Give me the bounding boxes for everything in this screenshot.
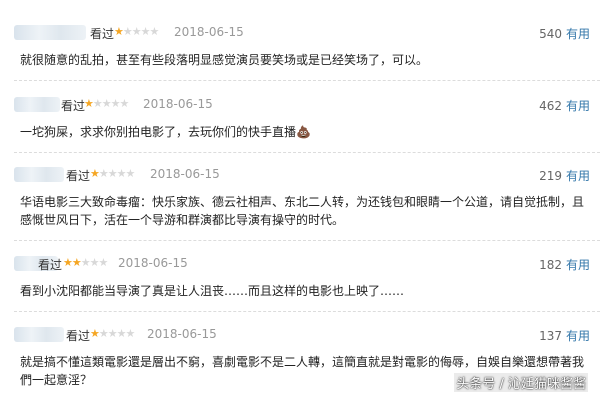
- useful-vote: 462 有用: [539, 97, 590, 114]
- watch-status: 看过: [38, 258, 63, 272]
- watch-status: 看过: [66, 169, 91, 183]
- useful-count: 219: [539, 169, 562, 183]
- star-empty-icon: ★★★★: [122, 25, 159, 38]
- review-content: 看到小沈阳都能当导演了真是让人沮丧……而且这样的电影也上映了……: [20, 284, 405, 298]
- useful-count: 540: [539, 27, 562, 41]
- avatar-username-blurred[interactable]: [14, 97, 60, 112]
- review-date: 2018-06-15: [174, 25, 244, 39]
- star-rating: ★★★★★: [63, 256, 109, 269]
- star-empty-icon: ★★★: [80, 256, 109, 269]
- divider: [14, 80, 600, 81]
- review-header: 看过 ★★★★★ 2018-06-15 182 有用: [0, 255, 600, 273]
- review-date: 2018-06-15: [143, 97, 213, 111]
- watch-status: 看过: [61, 99, 86, 113]
- watermark: 头条号 / 沁廷猫咪酱酱: [454, 373, 588, 392]
- useful-vote: 219 有用: [539, 167, 590, 184]
- useful-vote: 182 有用: [539, 256, 590, 273]
- review-date: 2018-06-15: [147, 327, 217, 341]
- star-rating: ★★★★★: [114, 25, 159, 38]
- useful-button[interactable]: 有用: [566, 258, 590, 272]
- useful-vote: 540 有用: [539, 25, 590, 42]
- divider: [14, 240, 600, 241]
- divider: [14, 152, 600, 153]
- useful-button[interactable]: 有用: [566, 27, 590, 41]
- review-date: 2018-06-15: [150, 167, 220, 181]
- avatar-username-blurred[interactable]: [14, 25, 86, 40]
- star-filled-icon: ★: [90, 167, 100, 180]
- star-filled-icon: ★: [90, 327, 100, 340]
- avatar-username-blurred[interactable]: [14, 167, 64, 182]
- useful-button[interactable]: 有用: [566, 169, 590, 183]
- star-filled-icon: ★★: [63, 256, 82, 269]
- review-header: 看过 ★★★★★ 2018-06-15 137 有用: [0, 326, 600, 344]
- avatar-username-blurred[interactable]: [14, 327, 64, 342]
- review-header: 看过 ★★★★★ 2018-06-15 540 有用: [0, 24, 600, 42]
- star-empty-icon: ★★★★: [92, 97, 129, 110]
- star-empty-icon: ★★★★: [98, 327, 135, 340]
- useful-vote: 137 有用: [539, 327, 590, 344]
- star-rating: ★★★★★: [90, 327, 135, 340]
- review-content: 就很随意的乱拍，甚至有些段落明显感觉演员要笑场或是已经笑场了，可以。: [20, 53, 429, 67]
- review-date: 2018-06-15: [118, 256, 188, 270]
- useful-count: 137: [539, 329, 562, 343]
- star-rating: ★★★★★: [84, 97, 129, 110]
- review-header: 看过 ★★★★★ 2018-06-15 462 有用: [0, 96, 600, 114]
- useful-button[interactable]: 有用: [566, 99, 590, 113]
- useful-count: 462: [539, 99, 562, 113]
- watch-status: 看过: [66, 329, 91, 343]
- useful-count: 182: [539, 258, 562, 272]
- useful-button[interactable]: 有用: [566, 329, 590, 343]
- review-header: 看过 ★★★★★ 2018-06-15 219 有用: [0, 166, 600, 184]
- divider: [14, 311, 600, 312]
- star-rating: ★★★★★: [90, 167, 135, 180]
- star-filled-icon: ★: [114, 25, 124, 38]
- star-empty-icon: ★★★★: [98, 167, 135, 180]
- review-content: 华语电影三大致命毒瘤：快乐家族、德云社相声、东北二人转，为还钱包和眼睛一个公道，…: [20, 195, 585, 227]
- star-filled-icon: ★: [84, 97, 94, 110]
- review-content: 一坨狗屎，求求你别拍电影了，去玩你们的快手直播💩: [20, 125, 311, 139]
- watch-status: 看过: [90, 27, 115, 41]
